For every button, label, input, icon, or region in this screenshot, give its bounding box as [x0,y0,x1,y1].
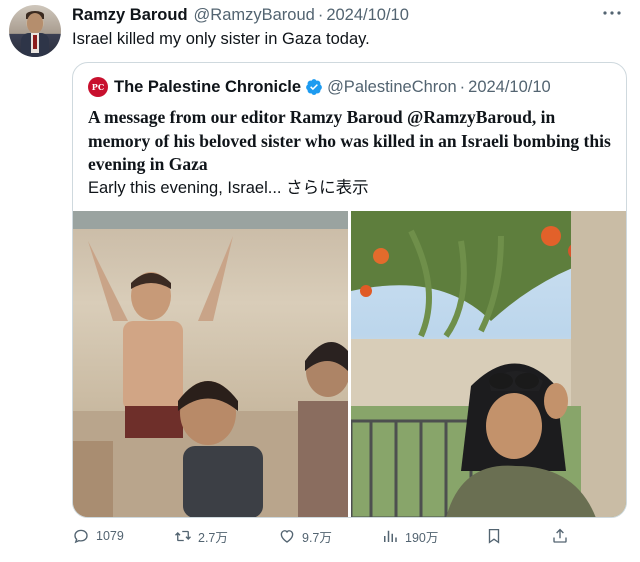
like-button[interactable]: 9.7万 [278,524,332,548]
headline-mention[interactable]: @RamzyBaroud [407,107,532,127]
share-button[interactable] [551,524,575,548]
photo-sister-portrait[interactable] [351,211,626,517]
bookmark-icon [488,528,500,544]
separator-dot: · [317,5,324,24]
retweet-icon [175,530,191,542]
views-icon [384,530,397,542]
bookmark-button[interactable] [485,524,509,548]
quoted-tweet-header: PC The Palestine Chronicle @PalestineChr… [88,76,551,98]
avatar-head [27,13,43,33]
like-count: 9.7万 [302,530,332,545]
view-count: 190万 [405,530,439,545]
author-avatar[interactable] [9,5,61,57]
reply-count: 1079 [96,529,124,543]
preview-text: Early this evening, Israel... [88,178,287,197]
reply-button[interactable]: 1079 [72,524,124,548]
share-icon [553,528,567,543]
quoted-author-handle[interactable]: @PalestineChron [327,78,457,97]
quoted-tweet-date: 2024/10/10 [468,77,551,96]
separator-dot: · [459,77,466,96]
like-icon [280,530,294,543]
quoted-tweet[interactable]: PC The Palestine Chronicle @PalestineChr… [72,62,627,518]
author-handle[interactable]: @RamzyBaroud [194,6,315,25]
quoted-preview: Early this evening, Israel... さらに表示 [88,177,618,201]
palestine-chronicle-logo: PC [88,77,108,97]
reply-icon [74,529,88,544]
quoted-headline: A message from our editor Ramzy Baroud @… [88,106,618,177]
quoted-tweet-body: A message from our editor Ramzy Baroud @… [88,106,618,200]
tweet-text: Israel killed my only sister in Gaza tod… [72,30,370,48]
verified-badge-icon [306,79,322,95]
portrait-photo-illustration [351,211,626,517]
tweet-header: Ramzy Baroud @RamzyBaroud · 2024/10/10 [72,4,409,26]
more-dots-icon[interactable] [602,4,622,22]
retweet-count: 2.7万 [198,530,228,545]
views-button[interactable]: 190万 [381,524,438,548]
author-name[interactable]: Ramzy Baroud [72,6,188,25]
show-more-link[interactable]: さらに表示 [286,179,369,197]
quoted-author-name[interactable]: The Palestine Chronicle [114,78,301,97]
avatar-tie [33,35,37,49]
retweet-button[interactable]: 2.7万 [174,524,228,548]
photo-family-vintage[interactable] [73,211,348,517]
vintage-photo-illustration [73,211,348,517]
photo-grid [73,211,626,517]
tweet-date[interactable]: 2024/10/10 [326,6,409,25]
headline-part-1: A message from our editor Ramzy Baroud [88,107,408,127]
action-bar: 1079 2.7万 9.7万 190万 [72,524,592,548]
